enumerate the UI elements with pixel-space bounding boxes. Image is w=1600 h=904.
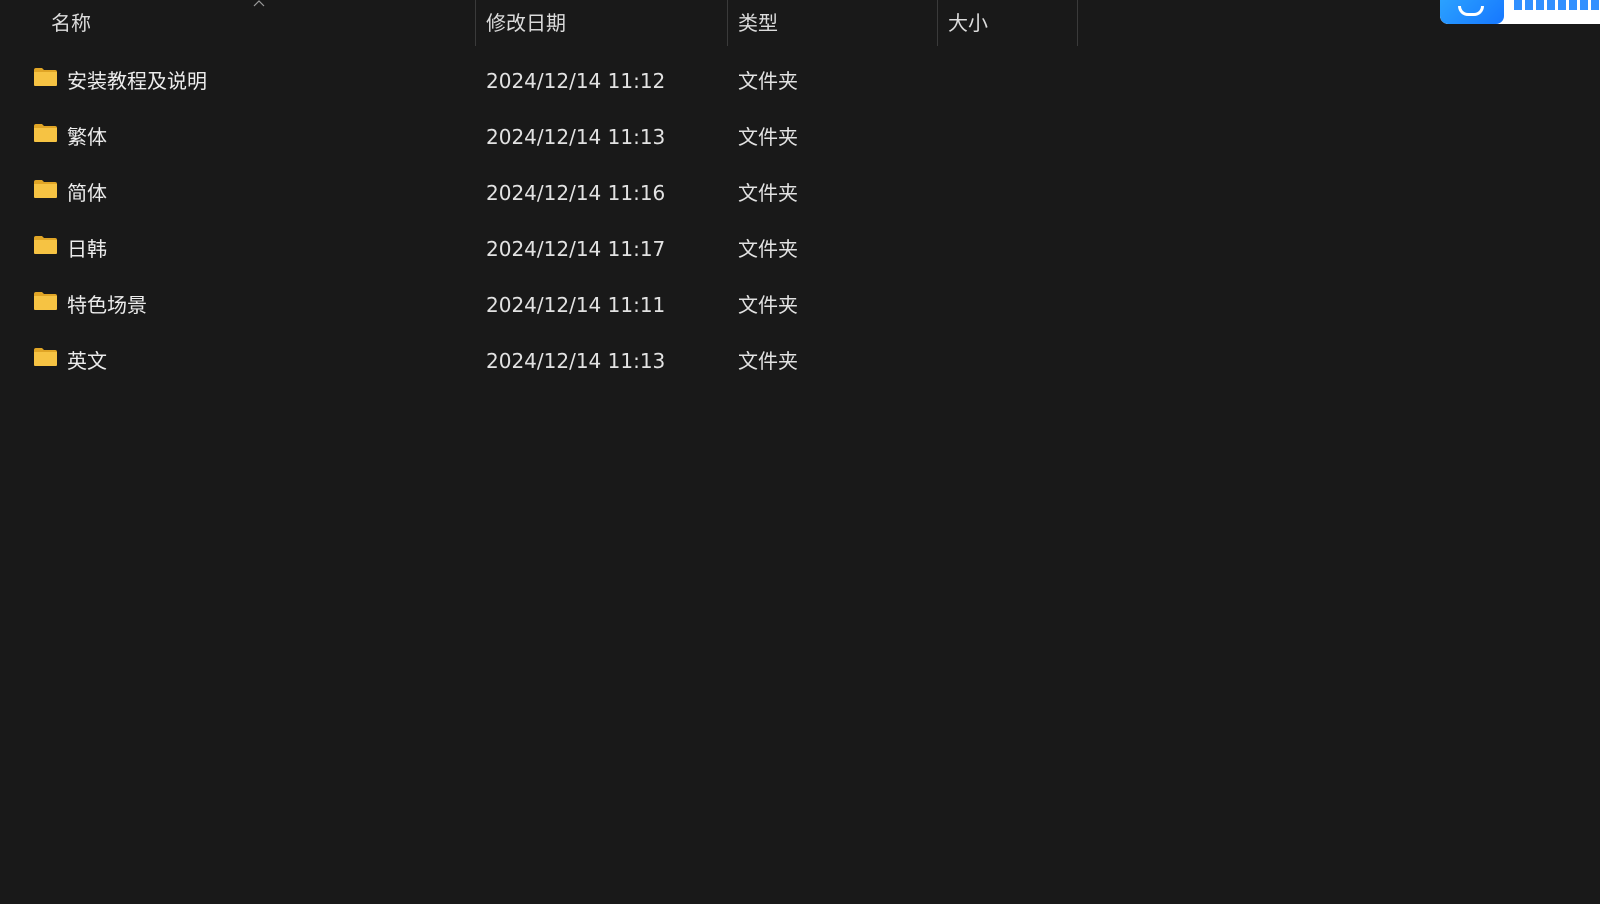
column-header-bar: 名称 修改日期 类型 大小	[0, 0, 1080, 46]
app-badge-text-clipped	[1514, 0, 1600, 10]
column-header-date[interactable]: 修改日期	[476, 0, 727, 46]
column-header-name-label: 名称	[51, 11, 91, 35]
column-header-type-label: 类型	[738, 11, 778, 35]
file-type: 文件夹	[738, 237, 798, 261]
column-header-type[interactable]: 类型	[728, 0, 937, 46]
file-row[interactable]: 特色场景 2024/12/14 11:11 文件夹	[0, 277, 1080, 333]
file-date: 2024/12/14 11:11	[486, 293, 666, 317]
column-header-date-label: 修改日期	[486, 11, 566, 35]
file-type: 文件夹	[738, 181, 798, 205]
folder-icon	[34, 124, 57, 142]
folder-icon	[34, 348, 57, 366]
file-row[interactable]: 简体 2024/12/14 11:16 文件夹	[0, 165, 1080, 221]
file-type: 文件夹	[738, 125, 798, 149]
file-name: 特色场景	[67, 293, 147, 317]
file-type: 文件夹	[738, 69, 798, 93]
file-name: 日韩	[67, 237, 107, 261]
file-date: 2024/12/14 11:13	[486, 125, 666, 149]
folder-icon	[34, 292, 57, 310]
column-resize-handle[interactable]	[1077, 0, 1078, 46]
file-row[interactable]: 繁体 2024/12/14 11:13 文件夹	[0, 109, 1080, 165]
file-type: 文件夹	[738, 293, 798, 317]
file-date: 2024/12/14 11:16	[486, 181, 666, 205]
file-type: 文件夹	[738, 349, 798, 373]
file-name: 简体	[67, 181, 107, 205]
file-row[interactable]: 安装教程及说明 2024/12/14 11:12 文件夹	[0, 53, 1080, 109]
app-logo-icon	[1440, 0, 1504, 24]
app-badge[interactable]	[1440, 0, 1600, 24]
file-row[interactable]: 日韩 2024/12/14 11:17 文件夹	[0, 221, 1080, 277]
file-name: 安装教程及说明	[67, 69, 207, 93]
folder-icon	[34, 68, 57, 86]
chevron-up-icon	[253, 0, 265, 7]
column-header-size[interactable]: 大小	[938, 0, 1077, 46]
column-header-size-label: 大小	[948, 11, 988, 35]
file-date: 2024/12/14 11:17	[486, 237, 666, 261]
file-name: 繁体	[67, 125, 107, 149]
folder-icon	[34, 180, 57, 198]
file-explorer-view: 名称 修改日期 类型 大小 安装教程及说明 2024/12/14 11:12 文	[0, 0, 1600, 904]
file-list: 安装教程及说明 2024/12/14 11:12 文件夹 繁体 2024/12/…	[0, 53, 1080, 389]
file-date: 2024/12/14 11:13	[486, 349, 666, 373]
column-header-name[interactable]: 名称	[0, 0, 475, 46]
file-name: 英文	[67, 349, 107, 373]
folder-icon	[34, 236, 57, 254]
file-row[interactable]: 英文 2024/12/14 11:13 文件夹	[0, 333, 1080, 389]
file-date: 2024/12/14 11:12	[486, 69, 666, 93]
